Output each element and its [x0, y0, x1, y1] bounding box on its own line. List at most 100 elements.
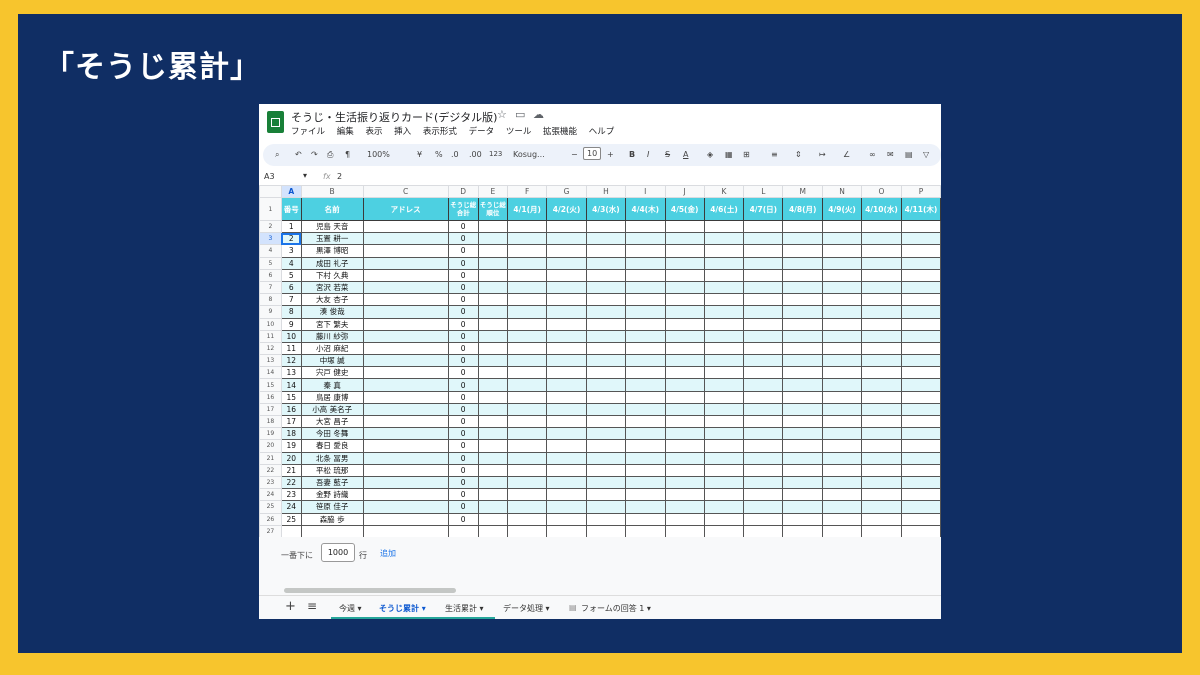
grid-cell[interactable] [477, 317, 509, 331]
grid-cell[interactable] [900, 341, 941, 356]
total-cell[interactable]: 0 [447, 280, 479, 295]
grid-cell[interactable] [664, 244, 705, 258]
name-cell[interactable]: 宮沢 若菜 [300, 280, 364, 295]
grid-cell[interactable] [624, 329, 666, 343]
grid-cell[interactable] [900, 232, 941, 246]
bold-button[interactable]: B [629, 150, 635, 159]
grid-cell[interactable] [585, 402, 626, 417]
grid-cell[interactable] [822, 414, 862, 429]
grid-cell[interactable] [546, 219, 587, 234]
grid-cell[interactable] [664, 293, 705, 307]
cloud-icon[interactable]: ☁ [533, 108, 544, 121]
percent-format-button[interactable]: % [435, 150, 443, 159]
grid-cell[interactable] [447, 524, 479, 538]
grid-cell[interactable] [624, 232, 666, 246]
total-cell[interactable]: 0 [447, 232, 479, 246]
header-cell[interactable]: 4/10(水) [861, 197, 902, 221]
number-cell[interactable]: 23 [280, 488, 302, 502]
grid-cell[interactable] [822, 366, 862, 380]
grid-cell[interactable] [703, 317, 745, 331]
currency-format-button[interactable]: ¥ [417, 150, 422, 159]
grid-cell[interactable] [703, 500, 745, 514]
name-box[interactable]: A3 [264, 172, 275, 181]
grid-cell[interactable] [507, 268, 548, 282]
grid-cell[interactable] [624, 512, 666, 526]
grid-cell[interactable] [546, 341, 587, 356]
grid-cell[interactable] [900, 219, 941, 234]
grid-cell[interactable] [743, 524, 784, 538]
number-cell[interactable]: 1 [280, 219, 302, 234]
header-cell[interactable]: 4/5(金) [664, 197, 705, 221]
grid-cell[interactable] [782, 500, 824, 514]
fill-color-icon[interactable]: ◈ [707, 150, 713, 159]
header-cell[interactable]: そうじ総合計 [447, 197, 479, 221]
column-header[interactable]: B [300, 185, 364, 198]
header-cell[interactable]: 4/6(土) [703, 197, 745, 221]
grid-cell[interactable] [546, 366, 587, 380]
grid-cell[interactable] [782, 427, 824, 441]
grid-cell[interactable] [477, 414, 509, 429]
address-cell[interactable] [362, 256, 449, 270]
menu-file[interactable]: ファイル [291, 127, 325, 137]
grid-cell[interactable] [477, 439, 509, 453]
total-cell[interactable]: 0 [447, 500, 479, 514]
total-cell[interactable]: 0 [447, 293, 479, 307]
address-cell[interactable] [362, 268, 449, 282]
grid-cell[interactable] [703, 402, 745, 417]
grid-cell[interactable] [624, 451, 666, 465]
address-cell[interactable] [362, 366, 449, 380]
grid-cell[interactable] [822, 524, 862, 538]
grid-cell[interactable] [477, 366, 509, 380]
grid-cell[interactable] [546, 256, 587, 270]
grid-cell[interactable] [900, 439, 941, 453]
increase-decimal-button[interactable]: .00 [469, 150, 482, 159]
grid-cell[interactable] [861, 317, 902, 331]
grid-cell[interactable] [861, 280, 902, 295]
total-cell[interactable]: 0 [447, 219, 479, 234]
name-cell[interactable]: 中塚 誠 [300, 354, 364, 368]
grid-cell[interactable] [861, 500, 902, 514]
grid-cell[interactable] [664, 390, 705, 404]
address-cell[interactable] [362, 280, 449, 295]
name-cell[interactable]: 森脇 歩 [300, 512, 364, 526]
grid-cell[interactable] [546, 488, 587, 502]
column-header[interactable]: H [585, 185, 626, 198]
grid-cell[interactable] [822, 512, 862, 526]
row-number[interactable]: 27 [259, 524, 282, 538]
grid-cell[interactable] [477, 354, 509, 368]
grid-cell[interactable] [743, 475, 784, 490]
grid-cell[interactable] [546, 500, 587, 514]
grid-cell[interactable] [585, 268, 626, 282]
column-header[interactable]: N [822, 185, 862, 198]
grid-cell[interactable] [900, 488, 941, 502]
grid-cell[interactable] [664, 402, 705, 417]
grid-cell[interactable] [507, 524, 548, 538]
filter-icon[interactable]: ▽ [923, 150, 929, 159]
grid-cell[interactable] [900, 354, 941, 368]
column-header[interactable]: I [624, 185, 666, 198]
grid-cell[interactable] [477, 293, 509, 307]
row-number[interactable]: 6 [259, 268, 282, 282]
grid-cell[interactable] [585, 488, 626, 502]
grid-cell[interactable] [782, 512, 824, 526]
row-number[interactable]: 3 [259, 232, 282, 246]
grid-cell[interactable] [743, 414, 784, 429]
address-cell[interactable] [362, 427, 449, 441]
document-title[interactable]: そうじ・生活振り返りカード(デジタル版) [291, 109, 497, 125]
header-cell[interactable]: 4/9(火) [822, 197, 862, 221]
tab-data-processing[interactable]: データ処理 ▾ [503, 603, 550, 614]
grid-cell[interactable] [300, 524, 364, 538]
grid-cell[interactable] [900, 268, 941, 282]
grid-cell[interactable] [664, 280, 705, 295]
grid-cell[interactable] [782, 475, 824, 490]
grid-cell[interactable] [507, 366, 548, 380]
number-cell[interactable]: 4 [280, 256, 302, 270]
address-cell[interactable] [362, 390, 449, 404]
menu-data[interactable]: データ [469, 127, 495, 137]
menu-tools[interactable]: ツール [506, 127, 532, 137]
grid-cell[interactable] [703, 219, 745, 234]
name-cell[interactable]: 大友 杏子 [300, 293, 364, 307]
horizontal-align-icon[interactable]: ≡ [771, 150, 778, 159]
address-cell[interactable] [362, 488, 449, 502]
grid-cell[interactable] [822, 305, 862, 319]
